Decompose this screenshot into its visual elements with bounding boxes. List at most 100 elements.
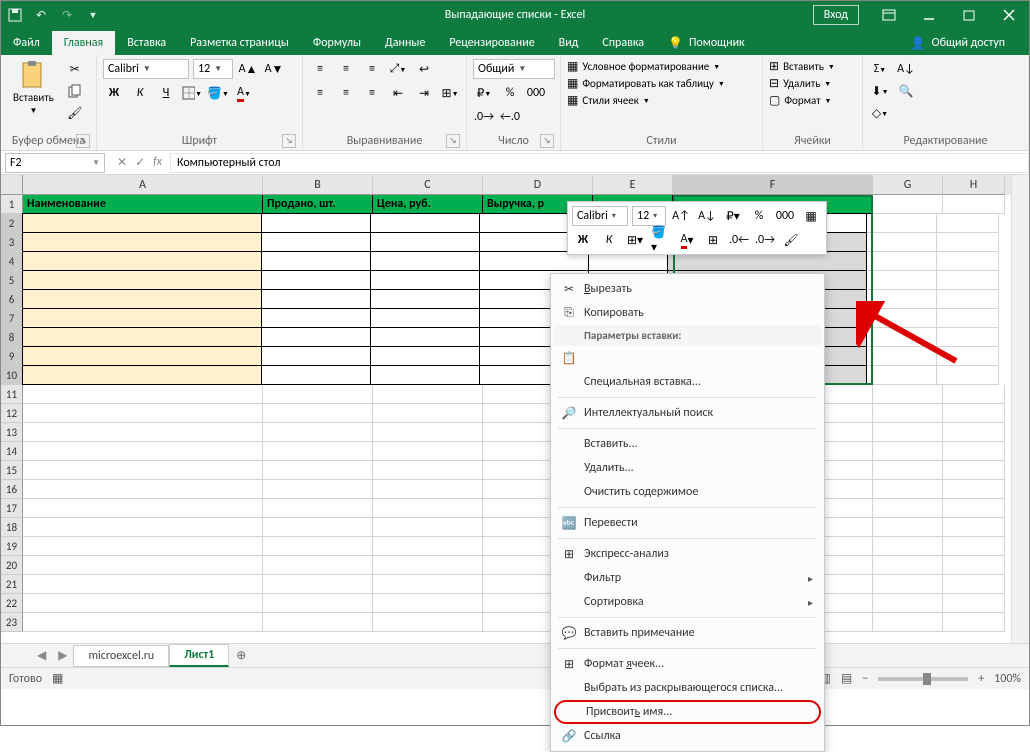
col-header-D[interactable]: D	[483, 175, 593, 195]
zoom-slider[interactable]	[878, 677, 968, 681]
cell[interactable]	[263, 556, 373, 575]
cell[interactable]	[873, 442, 943, 461]
cell[interactable]	[263, 499, 373, 518]
align-left-button[interactable]: ≡	[309, 83, 331, 103]
mini-comma[interactable]: 000	[774, 206, 796, 226]
increase-indent-button[interactable]: ⇥	[413, 83, 435, 103]
row-header-16[interactable]: 16	[1, 480, 23, 499]
cell[interactable]	[370, 213, 480, 233]
tab-formulas[interactable]: Формулы	[301, 31, 373, 55]
tell-me[interactable]: 💡Помощник	[656, 31, 757, 55]
cell[interactable]	[873, 594, 943, 613]
cell[interactable]	[943, 423, 1005, 442]
clear-button[interactable]: ◇▼	[869, 103, 891, 123]
cell[interactable]	[943, 442, 1005, 461]
cells-area[interactable]: НаименованиеПродано, шт.Цена, руб.Выручк…	[23, 195, 1011, 632]
cell[interactable]	[261, 308, 371, 328]
format-painter-button[interactable]: 🖌	[64, 103, 86, 123]
font-size-selector[interactable]: 12▼	[193, 59, 233, 79]
insert-cells-button[interactable]: ⊞Вставить▼	[769, 59, 835, 74]
formula-input[interactable]: Компьютерный стол	[170, 153, 1029, 173]
ctx-translate[interactable]: 🔤Перевести	[554, 511, 821, 535]
cell[interactable]	[867, 271, 937, 290]
ctx-insert[interactable]: Вставить...	[554, 432, 821, 456]
cell[interactable]	[23, 461, 263, 480]
row-header-6[interactable]: 6	[1, 290, 23, 309]
row-header-23[interactable]: 23	[1, 613, 23, 632]
cell[interactable]	[23, 499, 263, 518]
cell[interactable]	[943, 594, 1005, 613]
cell[interactable]	[373, 461, 483, 480]
ctx-paste-special[interactable]: Специальная вставка...	[554, 370, 821, 394]
cell[interactable]	[370, 270, 480, 290]
cell[interactable]	[873, 404, 943, 423]
cell[interactable]	[373, 442, 483, 461]
mini-fill-color[interactable]: 🪣▾	[650, 230, 672, 250]
cell[interactable]	[261, 327, 371, 347]
font-color-button[interactable]: A▼	[233, 83, 255, 103]
cell[interactable]	[867, 290, 937, 309]
mini-bold[interactable]: Ж	[572, 230, 594, 250]
sort-filter-button[interactable]: A↓	[895, 59, 917, 79]
sheet-tab-1[interactable]: microexcel.ru	[73, 645, 169, 667]
align-top-button[interactable]: ≡	[309, 59, 331, 79]
clipboard-launcher[interactable]: ↘	[76, 134, 90, 148]
ctx-delete[interactable]: Удалить...	[554, 456, 821, 480]
cell[interactable]	[867, 347, 937, 366]
tab-layout[interactable]: Разметка страницы	[178, 31, 301, 55]
ctx-cut[interactable]: ✂Вырезать	[554, 277, 821, 301]
cell[interactable]	[873, 195, 943, 214]
cell[interactable]	[943, 385, 1005, 404]
cell[interactable]	[23, 404, 263, 423]
mini-font-selector[interactable]: Calibri▾	[572, 206, 628, 226]
decrease-indent-button[interactable]: ⇤	[387, 83, 409, 103]
row-header-12[interactable]: 12	[1, 404, 23, 423]
cell[interactable]	[937, 366, 999, 385]
cell[interactable]	[937, 347, 999, 366]
align-center-button[interactable]: ≡	[335, 83, 357, 103]
login-button[interactable]: Вход	[813, 5, 859, 25]
fx-icon[interactable]: fx	[153, 155, 162, 170]
cell[interactable]	[263, 518, 373, 537]
cell[interactable]	[263, 480, 373, 499]
row-header-22[interactable]: 22	[1, 594, 23, 613]
cell[interactable]	[22, 289, 262, 309]
row-header-4[interactable]: 4	[1, 252, 23, 271]
underline-button[interactable]: Ч	[155, 83, 177, 103]
merge-button[interactable]: ⊞▼	[439, 83, 461, 103]
decrease-font-button[interactable]: A▼	[263, 59, 285, 79]
cell[interactable]	[263, 442, 373, 461]
cell[interactable]	[261, 289, 371, 309]
cell[interactable]	[873, 575, 943, 594]
col-header-B[interactable]: B	[263, 175, 373, 195]
align-bottom-button[interactable]: ≡	[361, 59, 383, 79]
cell[interactable]	[370, 251, 480, 271]
cell[interactable]	[943, 518, 1005, 537]
maximize-button[interactable]	[949, 1, 989, 29]
cell[interactable]	[373, 575, 483, 594]
macro-icon[interactable]: ▦	[52, 671, 63, 686]
mini-inc-decimal[interactable]: .0→	[754, 230, 776, 250]
cell[interactable]	[23, 423, 263, 442]
row-header-15[interactable]: 15	[1, 461, 23, 480]
cell[interactable]	[937, 214, 999, 233]
name-box[interactable]: F2▼	[5, 153, 105, 173]
format-cells-button[interactable]: ▢Формат▼	[769, 93, 831, 108]
mini-format-painter2[interactable]: 🖌	[780, 230, 802, 250]
cell[interactable]	[263, 461, 373, 480]
cell[interactable]	[373, 385, 483, 404]
mini-italic[interactable]: К	[598, 230, 620, 250]
mini-font-color[interactable]: A▾	[676, 230, 698, 250]
minimize-button[interactable]	[909, 1, 949, 29]
zoom-out-button[interactable]: −	[862, 672, 868, 686]
cell[interactable]	[373, 594, 483, 613]
cell[interactable]	[937, 328, 999, 347]
cell[interactable]	[22, 308, 262, 328]
cell[interactable]	[873, 537, 943, 556]
tab-review[interactable]: Рецензирование	[437, 31, 546, 55]
row-header-11[interactable]: 11	[1, 385, 23, 404]
cell[interactable]	[867, 309, 937, 328]
orientation-button[interactable]: ⤢▼	[387, 59, 409, 79]
cell[interactable]: Наименование	[23, 195, 263, 214]
cell[interactable]	[873, 556, 943, 575]
